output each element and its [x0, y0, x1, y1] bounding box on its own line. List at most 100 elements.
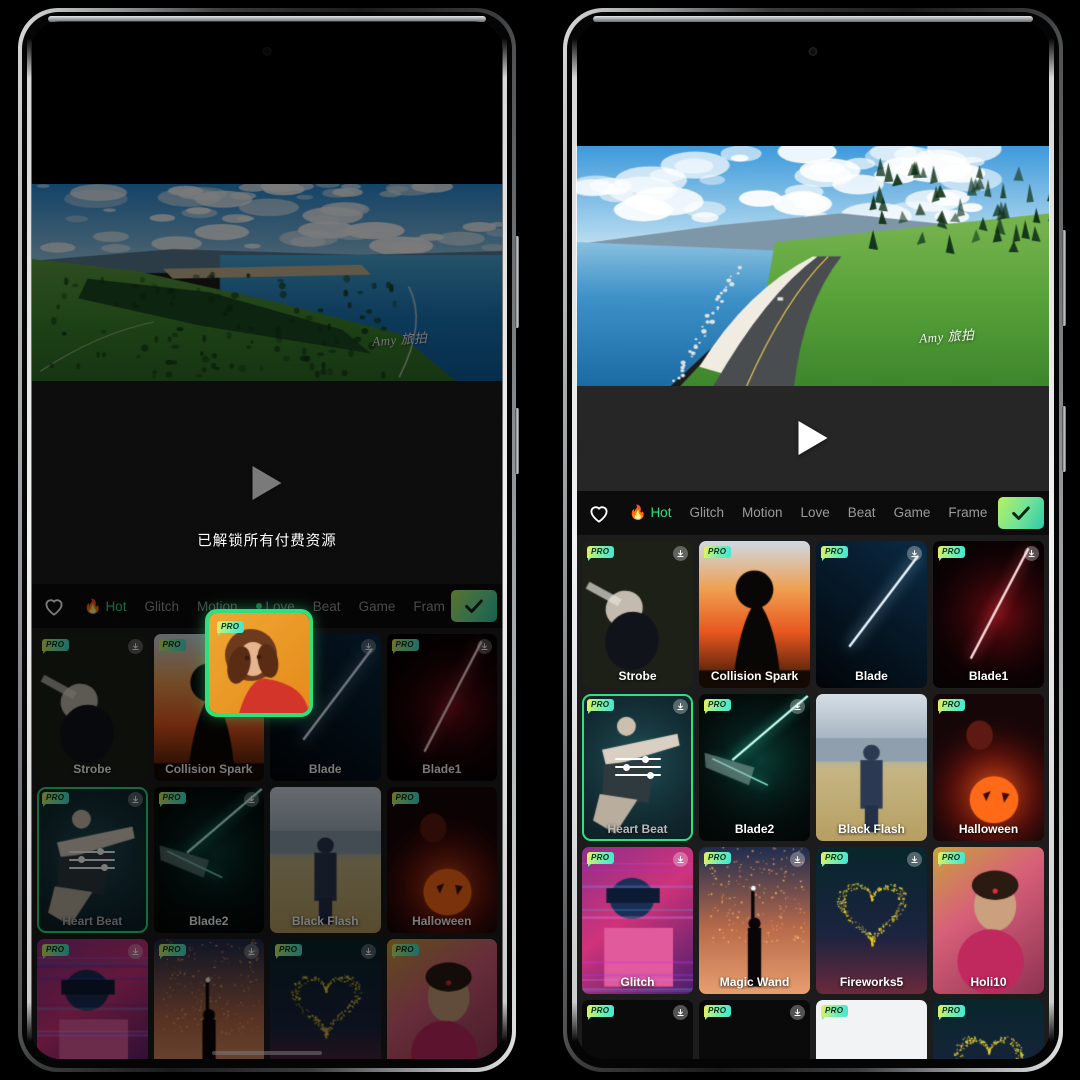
effect-card[interactable]: PRO: [699, 1000, 810, 1059]
effect-thumbnail: [582, 541, 693, 688]
download-icon[interactable]: [790, 1005, 805, 1020]
pro-badge: PRO: [938, 852, 965, 864]
pro-badge: PRO: [704, 699, 731, 711]
player-area-right: [576, 386, 1050, 491]
toast-message: 已解锁所有付费资源: [197, 530, 337, 551]
effect-label: Fireworks5: [816, 975, 927, 989]
effect-card[interactable]: PRO Blade1: [933, 541, 1044, 688]
effect-settings-sliders[interactable]: [615, 752, 661, 782]
download-icon[interactable]: [907, 852, 922, 867]
pro-badge: PRO: [938, 546, 965, 558]
tab-label: Beat: [848, 505, 876, 520]
effect-label: Halloween: [933, 822, 1044, 836]
tab-label: Frame: [948, 505, 987, 520]
heart-icon[interactable]: [586, 500, 612, 526]
tab-frame[interactable]: Frame: [939, 505, 996, 520]
effect-label: Collision Spark: [699, 669, 810, 683]
effect-thumbnail: [816, 847, 927, 994]
pro-badge: PRO: [217, 621, 244, 633]
effect-card[interactable]: PRO Fireworks5: [816, 847, 927, 994]
effect-thumbnail: [699, 541, 810, 688]
phone-frame-left: Amy 旅拍 🔥HotGlitchMotionLoveBeatGameFram: [18, 8, 516, 1072]
download-icon[interactable]: [673, 852, 688, 867]
tab-hot[interactable]: 🔥Hot: [620, 504, 680, 521]
effect-thumbnail: [933, 541, 1044, 688]
effect-label: Strobe: [582, 669, 693, 683]
phone-top-rail-right: [593, 16, 1033, 22]
tab-label: Motion: [742, 505, 783, 520]
effect-label: Heart Beat: [582, 822, 693, 836]
effect-card[interactable]: PRO Heart Beat: [582, 694, 693, 841]
tab-love[interactable]: Love: [792, 505, 839, 520]
play-button-right[interactable]: [799, 421, 828, 455]
effect-thumbnail: [699, 694, 810, 841]
phone-bezel-right: Amy 旅拍 🔥 Hot Glitch Motion Love Beat Game Frame: [567, 12, 1059, 1068]
check-icon: [1010, 502, 1032, 524]
power-button-right[interactable]: [1062, 406, 1066, 472]
pro-badge: PRO: [704, 852, 731, 864]
confirm-button-right[interactable]: [998, 497, 1044, 529]
power-button-left[interactable]: [515, 408, 519, 474]
tab-label: Glitch: [689, 505, 724, 520]
effect-label: Black Flash: [816, 822, 927, 836]
effect-label: Glitch: [582, 975, 693, 989]
effect-card[interactable]: PRO Collision Spark: [699, 541, 810, 688]
phone-left: Amy 旅拍 🔥HotGlitchMotionLoveBeatGameFram: [18, 8, 516, 1072]
pro-badge: PRO: [938, 699, 965, 711]
effect-card[interactable]: Black Flash: [816, 694, 927, 841]
status-area-right: [576, 21, 1050, 146]
tab-glitch[interactable]: Glitch: [680, 505, 733, 520]
pro-badge: PRO: [587, 699, 614, 711]
effect-label: Blade1: [933, 669, 1044, 683]
phone-frame-right: Amy 旅拍 🔥 Hot Glitch Motion Love Beat Game Frame: [563, 8, 1063, 1072]
screen-right: Amy 旅拍 🔥 Hot Glitch Motion Love Beat Game Frame: [576, 21, 1050, 1059]
effect-thumbnail: [816, 694, 927, 841]
download-icon[interactable]: [790, 699, 805, 714]
volume-button-left[interactable]: [515, 236, 519, 328]
effect-card[interactable]: PRO Holi10: [933, 847, 1044, 994]
pro-badge: PRO: [704, 1005, 731, 1017]
effect-card[interactable]: PRO Halloween: [933, 694, 1044, 841]
download-icon[interactable]: [907, 546, 922, 561]
tab-label: Love: [801, 505, 830, 520]
effect-card[interactable]: PRO Magic Wand: [699, 847, 810, 994]
effect-card[interactable]: PRO Blade: [816, 541, 927, 688]
pro-badge: PRO: [821, 1005, 848, 1017]
effect-card[interactable]: PRO: [816, 1000, 927, 1059]
watermark-right: Amy 旅拍: [918, 324, 975, 347]
screen-left: Amy 旅拍 🔥HotGlitchMotionLoveBeatGameFram: [31, 21, 503, 1059]
effect-card[interactable]: PRO Blade2: [699, 694, 810, 841]
pro-badge: PRO: [821, 852, 848, 864]
video-preview-right[interactable]: Amy 旅拍: [576, 146, 1050, 386]
pro-badge: PRO: [938, 1005, 965, 1017]
front-camera-right: [809, 47, 818, 56]
pro-badge: PRO: [821, 546, 848, 558]
effect-thumbnail: [582, 847, 693, 994]
app-right: Amy 旅拍 🔥 Hot Glitch Motion Love Beat Game Frame: [576, 21, 1050, 1059]
effect-label: Holi10: [933, 975, 1044, 989]
phone-right: Amy 旅拍 🔥 Hot Glitch Motion Love Beat Game Frame: [563, 8, 1063, 1072]
pro-badge: PRO: [587, 1005, 614, 1017]
flame-icon: 🔥: [629, 504, 646, 521]
effect-card[interactable]: PRO Glitch: [582, 847, 693, 994]
tab-game[interactable]: Game: [885, 505, 940, 520]
effect-grid-right[interactable]: PRO Strobe PRO Collision Spark PRO Blade PRO Bl…: [576, 535, 1050, 1059]
download-icon[interactable]: [790, 852, 805, 867]
phone-bezel-left: Amy 旅拍 🔥HotGlitchMotionLoveBeatGameFram: [22, 12, 512, 1068]
tab-motion[interactable]: Motion: [733, 505, 792, 520]
effect-label: Magic Wand: [699, 975, 810, 989]
download-icon[interactable]: [673, 1005, 688, 1020]
effect-thumbnail: [816, 541, 927, 688]
effect-card[interactable]: PRO Strobe: [582, 541, 693, 688]
effect-label: Blade2: [699, 822, 810, 836]
screenshot-stage: Amy 旅拍 🔥HotGlitchMotionLoveBeatGameFram: [0, 0, 1080, 1080]
tab-label: Game: [894, 505, 931, 520]
effect-card[interactable]: PRO: [933, 1000, 1044, 1059]
download-icon[interactable]: [1024, 546, 1039, 561]
volume-button-right[interactable]: [1062, 230, 1066, 326]
download-icon[interactable]: [673, 699, 688, 714]
tab-beat[interactable]: Beat: [839, 505, 885, 520]
effect-preview-popup[interactable]: PRO: [205, 609, 313, 717]
download-icon[interactable]: [673, 546, 688, 561]
effect-card[interactable]: PRO: [582, 1000, 693, 1059]
